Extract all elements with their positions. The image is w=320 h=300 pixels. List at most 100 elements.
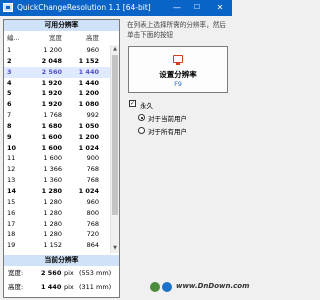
resolution-row[interactable]: 2 2 048 1 152 [4,56,110,67]
current-height-mm: (311 mm) [79,283,112,291]
row-height: 1 440 [78,67,99,76]
current-width-row: 宽度: 2 560 pix (553 mm) [8,268,118,279]
permanent-checkbox[interactable]: ✓ [129,100,136,107]
row-width: 1 280 [43,219,62,228]
app-icon [3,3,13,12]
resolution-row[interactable]: 1 1 200 960 [4,45,110,56]
row-height: 800 [86,208,99,217]
row-height: 1 024 [78,143,99,152]
row-width: 1 280 [43,230,62,239]
row-height: 1 080 [78,100,99,109]
current-user-radio[interactable] [138,114,145,121]
row-width: 1 600 [41,143,62,152]
resolution-row[interactable]: 13 1 360 768 [4,175,110,186]
resolution-row[interactable]: 11 1 600 900 [4,153,110,164]
current-width-unit: pix [64,269,74,277]
resolution-row[interactable]: 19 1 152 864 [4,240,110,251]
current-resolution-header: 当前分辨率 [4,255,119,266]
row-height: 1 200 [78,132,99,141]
resolution-row[interactable]: 12 1 366 768 [4,164,110,175]
row-width: 1 200 [43,46,62,54]
resolution-row[interactable]: 5 1 920 1 200 [4,88,110,99]
resolution-row[interactable]: 17 1 280 768 [4,219,110,230]
set-resolution-button[interactable]: 设置分辨率 F9 [128,46,228,93]
globe-icon[interactable] [150,282,160,292]
resolution-row[interactable]: 8 1 680 1 050 [4,121,110,132]
all-users-label[interactable]: 对于所有用户 [148,126,187,136]
row-width: 2 560 [41,67,62,76]
scroll-down-icon[interactable]: ▼ [111,244,119,253]
current-width-mm: (553 mm) [79,269,112,277]
close-button[interactable]: ✕ [208,0,232,16]
row-number: 10 [7,143,17,152]
row-height: 720 [86,230,99,239]
permanent-label[interactable]: 永久 [140,100,153,110]
resolution-row[interactable]: 7 1 768 992 [4,110,110,121]
scroll-thumb[interactable] [112,55,118,215]
row-number: 11 [7,154,16,163]
row-width: 1 768 [43,111,62,120]
all-users-radio[interactable] [138,127,145,134]
window-title: QuickChangeResolution 1.1 [64-bit] [17,3,151,12]
row-width: 1 600 [41,132,62,141]
row-number: 18 [7,230,16,239]
row-width: 1 680 [41,121,62,130]
resolution-row[interactable]: 16 1 280 800 [4,208,110,219]
row-number: 2 [7,56,12,65]
row-number: 17 [7,219,16,228]
resolution-row[interactable]: 18 1 280 720 [4,229,110,240]
column-width[interactable]: 宽度 [29,33,62,44]
row-number: 13 [7,176,16,185]
row-height: 960 [86,197,99,206]
row-height: 1 200 [78,89,99,98]
maximize-button[interactable]: ☐ [188,0,206,16]
row-height: 1 024 [78,186,99,195]
row-number: 5 [7,89,12,98]
minimize-button[interactable]: — [168,0,186,16]
row-height: 900 [86,154,99,163]
row-number: 14 [7,186,17,195]
current-height-label: 高度: [8,283,24,291]
instruction-text: 在列表上选择所需的分辨率，然后单击下面的按钮 [127,21,226,39]
row-number: 12 [7,165,16,174]
current-width-label: 宽度: [8,269,24,277]
resolution-row[interactable]: 15 1 280 960 [4,197,110,208]
resolution-row[interactable]: 9 1 600 1 200 [4,132,110,143]
column-headers: 编... 宽度 高度 [4,33,119,44]
resolution-panel: 可用分辨率 编... 宽度 高度 11 200 960 2 2 048 1 152 3 2 … [3,19,120,298]
resolution-row[interactable]: 6 1 920 1 080 [4,99,110,110]
info-icon[interactable] [162,282,172,292]
scroll-up-icon[interactable]: ▲ [111,45,119,54]
current-user-label[interactable]: 对于当前用户 [148,113,187,123]
row-width: 1 280 [41,186,62,195]
row-height: 1 440 [78,78,99,87]
row-number: 19 [7,241,16,250]
title-bar: QuickChangeResolution 1.1 [64-bit] — ☐ ✕ [0,0,232,16]
row-number: 1 [7,46,12,54]
row-number: 6 [7,100,12,109]
row-width: 1 366 [43,165,62,174]
resolution-row[interactable]: 10 1 600 1 024 [4,143,110,154]
row-width: 1 280 [43,197,62,206]
resolution-row[interactable]: 14 1 280 1 024 [4,186,110,197]
row-height: 768 [86,165,99,174]
column-number[interactable]: 编... [7,33,20,44]
resolution-row[interactable]: 4 1 920 1 440 [4,78,110,89]
row-height: 1 050 [78,121,99,130]
resolution-row[interactable]: 3 2 560 1 440 [4,66,110,78]
monitor-icon [173,55,183,65]
resolution-list[interactable]: 1 1 200 960 2 2 048 1 152 3 2 560 1 440 4 1 920 1 4… [4,45,110,253]
row-height: 768 [86,176,99,185]
row-height: 1 152 [78,56,99,65]
row-width: 2 048 [41,56,62,65]
set-resolution-label: 设置分辨率 [159,70,197,79]
column-height[interactable]: 高度 [64,33,99,44]
row-width: 1 920 [41,78,62,87]
watermark-text: www.DnDown.com [176,282,250,290]
row-width: 1 360 [43,176,62,185]
row-height: 960 [86,46,99,54]
row-height: 864 [86,241,99,250]
row-number: 3 [7,67,12,76]
list-scrollbar[interactable]: ▲ ▼ [110,45,119,253]
row-width: 1 920 [41,89,62,98]
